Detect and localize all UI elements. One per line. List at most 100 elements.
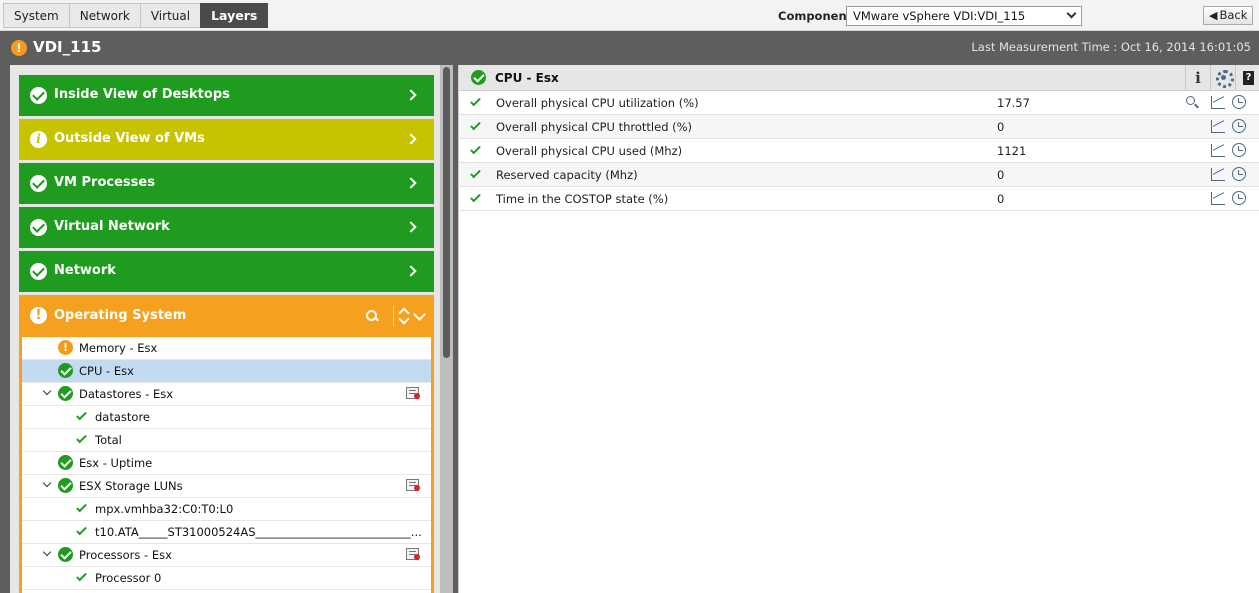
- graph-icon[interactable]: [1211, 144, 1225, 157]
- measure-row: Time in the COSTOP state (%) 0: [459, 187, 1259, 211]
- layer-virtual-network[interactable]: Virtual Network: [19, 207, 434, 248]
- chevron-right-icon: [405, 89, 417, 101]
- tree-item-t10-ata[interactable]: t10.ATA_____ST31000524AS________________…: [22, 521, 431, 544]
- tree-item-cpu-esx[interactable]: CPU - Esx: [22, 360, 431, 383]
- chevron-right-icon: [405, 177, 417, 189]
- history-icon[interactable]: [1232, 119, 1246, 133]
- collapse-icon[interactable]: [412, 309, 426, 323]
- expand-chevron-icon[interactable]: [42, 478, 52, 488]
- component-select-value: VMware vSphere VDI:VDI_115: [853, 9, 1026, 23]
- measure-row: Overall physical CPU utilization (%) 17.…: [459, 91, 1259, 115]
- check-icon: [76, 524, 87, 536]
- check-icon: [76, 432, 87, 444]
- tree-item-esx-storage-luns[interactable]: ESX Storage LUNs: [22, 475, 431, 498]
- back-button[interactable]: ◀ Back: [1203, 6, 1253, 25]
- component-label: Component: [778, 9, 853, 23]
- measure-name: Reserved capacity (Mhz): [496, 168, 638, 182]
- expand-chevron-icon[interactable]: [42, 386, 52, 396]
- tree-item-memory-esx[interactable]: ! Memory - Esx: [22, 337, 431, 360]
- configure-icon[interactable]: [406, 548, 420, 560]
- page-title: VDI_115: [33, 38, 102, 56]
- layer-inside-view-of-desktops[interactable]: Inside View of Desktops: [19, 75, 434, 116]
- layer-outside-view-of-vms[interactable]: i Outside View of VMs: [19, 119, 434, 160]
- measure-value: 1121: [997, 144, 1027, 158]
- graph-icon[interactable]: [1211, 120, 1225, 133]
- tree-item-label: Total: [95, 433, 122, 447]
- measure-value: 0: [997, 120, 1005, 134]
- layer-label: Inside View of Desktops: [54, 87, 230, 102]
- tree-item-processor-0[interactable]: Processor 0: [22, 567, 431, 590]
- tree-item-label: mpx.vmhba32:C0:T0:L0: [95, 502, 234, 516]
- measure-name: Time in the COSTOP state (%): [496, 192, 669, 206]
- check-icon: [470, 191, 481, 203]
- check-icon: [76, 501, 87, 513]
- component-select[interactable]: VMware vSphere VDI:VDI_115: [846, 6, 1082, 26]
- measure-row: Overall physical CPU throttled (%) 0: [459, 115, 1259, 139]
- tree-item-datastores-esx[interactable]: Datastores - Esx: [22, 383, 431, 406]
- graph-icon[interactable]: [1211, 96, 1225, 109]
- chevron-right-icon: [405, 265, 417, 277]
- layers-scrollbar-thumb[interactable]: [443, 67, 450, 358]
- tree-item-mpx-vmhba32[interactable]: mpx.vmhba32:C0:T0:L0: [22, 498, 431, 521]
- tree-item-label: t10.ATA_____ST31000524AS________________…: [95, 525, 422, 539]
- warning-icon: !: [11, 40, 27, 56]
- tree-item-label: Memory - Esx: [79, 341, 158, 355]
- back-arrow-icon: ◀: [1209, 9, 1218, 22]
- expand-chevron-icon[interactable]: [42, 547, 52, 557]
- ok-status-icon: [58, 386, 73, 401]
- tree-item-label: CPU - Esx: [79, 364, 134, 378]
- graph-icon[interactable]: [1211, 168, 1225, 181]
- help-icon[interactable]: ?: [1235, 65, 1259, 91]
- history-icon[interactable]: [1232, 95, 1246, 109]
- history-icon[interactable]: [1232, 167, 1246, 181]
- top-bar: System Network Virtual Layers Component …: [0, 0, 1259, 31]
- check-icon: [470, 143, 481, 155]
- info-icon[interactable]: i: [1185, 65, 1210, 91]
- ok-status-icon: [58, 363, 73, 378]
- check-icon: [470, 119, 481, 131]
- tree-item-processors-esx[interactable]: Processors - Esx: [22, 544, 431, 567]
- tree-item-datastore[interactable]: datastore: [22, 406, 431, 429]
- layer-vm-processes[interactable]: VM Processes: [19, 163, 434, 204]
- check-icon: [76, 570, 87, 582]
- tab-network[interactable]: Network: [68, 3, 140, 28]
- configure-icon[interactable]: [406, 479, 420, 491]
- measures-header: CPU - Esx i ?: [459, 65, 1259, 91]
- search-icon[interactable]: [365, 309, 379, 323]
- warning-status-icon: !: [58, 340, 73, 355]
- measure-row: Overall physical CPU used (Mhz) 1121: [459, 139, 1259, 163]
- layer-network[interactable]: Network: [19, 251, 434, 292]
- layers-panel: Inside View of Desktops i Outside View o…: [10, 65, 453, 593]
- layer-operating-system[interactable]: ! Operating System: [19, 295, 434, 337]
- tree-item-total[interactable]: Total: [22, 429, 431, 452]
- tree-item-label: Processor 0: [95, 571, 162, 585]
- measure-value: 0: [997, 168, 1005, 182]
- warning-status-icon: !: [30, 307, 47, 324]
- magnifier-icon[interactable]: [1186, 96, 1199, 109]
- layer-label: Virtual Network: [54, 219, 170, 234]
- measure-name: Overall physical CPU utilization (%): [496, 96, 699, 110]
- chevron-right-icon: [405, 221, 417, 233]
- check-icon: [76, 409, 87, 421]
- measure-name: Overall physical CPU throttled (%): [496, 120, 693, 134]
- tab-system[interactable]: System: [3, 3, 69, 28]
- layer-tools: [365, 304, 426, 328]
- measures-panel: CPU - Esx i ? Overall physical CPU utili…: [458, 65, 1259, 593]
- chevron-right-icon: [405, 133, 417, 145]
- tab-virtual[interactable]: Virtual: [139, 3, 201, 28]
- check-icon: [470, 95, 481, 107]
- sort-icon[interactable]: [398, 306, 410, 326]
- tree-item-esx-uptime[interactable]: Esx - Uptime: [22, 452, 431, 475]
- tree-item-label: Datastores - Esx: [79, 387, 174, 401]
- graph-icon[interactable]: [1211, 192, 1225, 205]
- layer-label: Operating System: [54, 308, 187, 323]
- chevron-down-icon: [1066, 8, 1077, 19]
- ok-status-icon: [58, 455, 73, 470]
- configure-icon[interactable]: [406, 387, 420, 399]
- history-icon[interactable]: [1232, 143, 1246, 157]
- tab-layers[interactable]: Layers: [200, 3, 269, 28]
- component-tree: ! Memory - Esx CPU - Esx Datastores - Es…: [19, 337, 434, 593]
- history-icon[interactable]: [1232, 191, 1246, 205]
- ok-status-icon: [30, 87, 47, 104]
- gear-icon[interactable]: [1210, 65, 1235, 91]
